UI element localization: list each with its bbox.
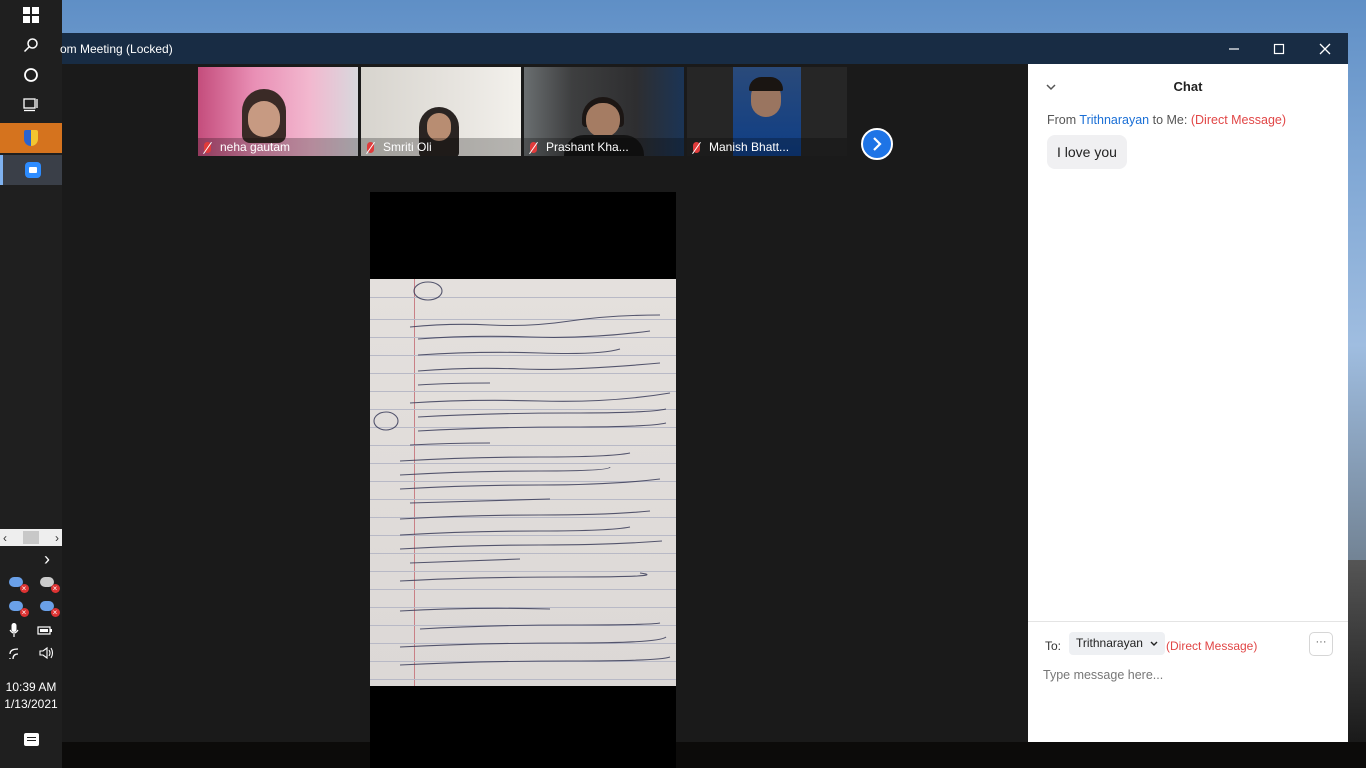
window-title: om Meeting (Locked) xyxy=(60,42,173,56)
tray-row-4 xyxy=(0,646,62,660)
taskbar-security-app[interactable] xyxy=(0,123,62,153)
window-titlebar[interactable]: om Meeting (Locked) xyxy=(60,33,1348,64)
handwriting-drawing xyxy=(373,281,671,666)
chat-message-bubble[interactable]: I love you xyxy=(1047,135,1127,169)
chevron-right-icon: › xyxy=(44,549,50,569)
scroll-thumb[interactable] xyxy=(23,531,39,544)
next-participants-button[interactable] xyxy=(861,128,893,160)
task-view-icon xyxy=(23,98,38,112)
participant-tile[interactable]: Prashant Kha... xyxy=(524,67,684,156)
battery-icon[interactable] xyxy=(37,624,53,636)
from-label: From xyxy=(1047,113,1077,127)
cortana-button[interactable] xyxy=(0,60,62,90)
message-sender-line: From Trithnarayan to Me: (Direct Message… xyxy=(1047,113,1286,127)
desktop-bottom-strip xyxy=(62,742,1366,768)
start-button[interactable] xyxy=(0,0,62,30)
chevron-down-icon xyxy=(1150,641,1158,646)
sender-name-link[interactable]: Trithnarayan xyxy=(1079,113,1149,127)
notebook-page-image xyxy=(370,279,676,686)
participant-name: Prashant Kha... xyxy=(524,138,684,156)
shared-screen-video xyxy=(370,192,676,768)
taskbar-zoom-app[interactable] xyxy=(0,155,62,185)
maximize-button[interactable] xyxy=(1256,33,1302,64)
taskbar-scrollbar[interactable]: ‹ › xyxy=(0,529,62,546)
muted-mic-icon xyxy=(530,142,537,153)
video-area: neha gautam Smriti Oli Prashant Kha... M… xyxy=(62,64,1028,768)
participant-tile[interactable]: Manish Bhatt... xyxy=(687,67,847,156)
windows-icon xyxy=(23,7,39,23)
zoom-camera-icon xyxy=(24,162,41,178)
to-me-label: to Me: xyxy=(1152,113,1188,127)
tray-expand-button[interactable]: › xyxy=(0,549,62,570)
wallpaper-hills xyxy=(1348,560,1366,742)
cortana-circle-icon xyxy=(24,68,38,82)
cloud-error-icon[interactable] xyxy=(39,577,60,593)
taskbar-clock[interactable]: 10:39 AM 1/13/2021 xyxy=(0,679,62,713)
tray-row-3 xyxy=(0,622,62,638)
clock-time: 10:39 AM xyxy=(5,680,57,694)
chat-title: Chat xyxy=(1173,79,1203,94)
task-view-button[interactable] xyxy=(0,89,62,119)
muted-mic-icon xyxy=(693,142,700,153)
composer-direct-message-label: (Direct Message) xyxy=(1166,639,1258,653)
maximize-icon xyxy=(1273,43,1285,54)
onedrive-error-icon[interactable] xyxy=(39,601,60,617)
recipient-dropdown[interactable]: Trithnarayan xyxy=(1069,632,1166,655)
network-error-icon[interactable] xyxy=(8,577,29,593)
direct-message-label: (Direct Message) xyxy=(1190,113,1287,127)
close-icon xyxy=(1319,43,1331,54)
chevron-right-icon xyxy=(873,137,882,151)
action-center-button[interactable] xyxy=(0,725,62,753)
zoom-meeting-window: om Meeting (Locked) neha gautam Smriti O… xyxy=(60,33,1348,768)
scroll-right-icon[interactable]: › xyxy=(55,531,59,545)
notification-icon xyxy=(23,732,39,746)
search-icon xyxy=(23,38,38,53)
sync-error-icon[interactable] xyxy=(8,601,29,617)
participant-name: Smriti Oli xyxy=(361,138,521,156)
taskbar: ‹ › › 10:39 AM 1/13/2021 xyxy=(0,0,62,768)
recipient-name: Trithnarayan xyxy=(1076,636,1143,650)
participant-face xyxy=(427,113,451,141)
microphone-icon[interactable] xyxy=(9,622,19,638)
message-input[interactable] xyxy=(1043,664,1333,686)
participant-name: Manish Bhatt... xyxy=(687,138,847,156)
participant-hair xyxy=(749,77,783,91)
participant-face xyxy=(248,101,280,137)
minimize-button[interactable] xyxy=(1211,33,1257,64)
participant-tile[interactable]: Smriti Oli xyxy=(361,67,521,156)
chat-header: Chat xyxy=(1028,64,1348,108)
participant-face xyxy=(586,103,620,137)
chat-panel: Chat From Trithnarayan to Me: (Direct Me… xyxy=(1028,64,1348,742)
muted-mic-icon xyxy=(367,142,374,153)
close-button[interactable] xyxy=(1302,33,1348,64)
to-label: To: xyxy=(1045,639,1062,653)
muted-mic-icon xyxy=(204,142,211,153)
tray-row-1 xyxy=(0,577,62,593)
shield-icon xyxy=(24,130,38,146)
clock-date: 1/13/2021 xyxy=(4,697,58,711)
tray-row-2 xyxy=(0,601,62,617)
search-button[interactable] xyxy=(0,30,62,60)
participant-tile[interactable]: neha gautam xyxy=(198,67,358,156)
wifi-icon[interactable] xyxy=(8,646,24,660)
chat-composer: To: Trithnarayan (Direct Message) ··· xyxy=(1028,621,1348,742)
minimize-icon xyxy=(1229,47,1239,50)
more-options-button[interactable]: ··· xyxy=(1309,632,1333,656)
scroll-left-icon[interactable]: ‹ xyxy=(3,531,7,545)
volume-icon[interactable] xyxy=(38,646,55,660)
participant-name: neha gautam xyxy=(198,138,358,156)
